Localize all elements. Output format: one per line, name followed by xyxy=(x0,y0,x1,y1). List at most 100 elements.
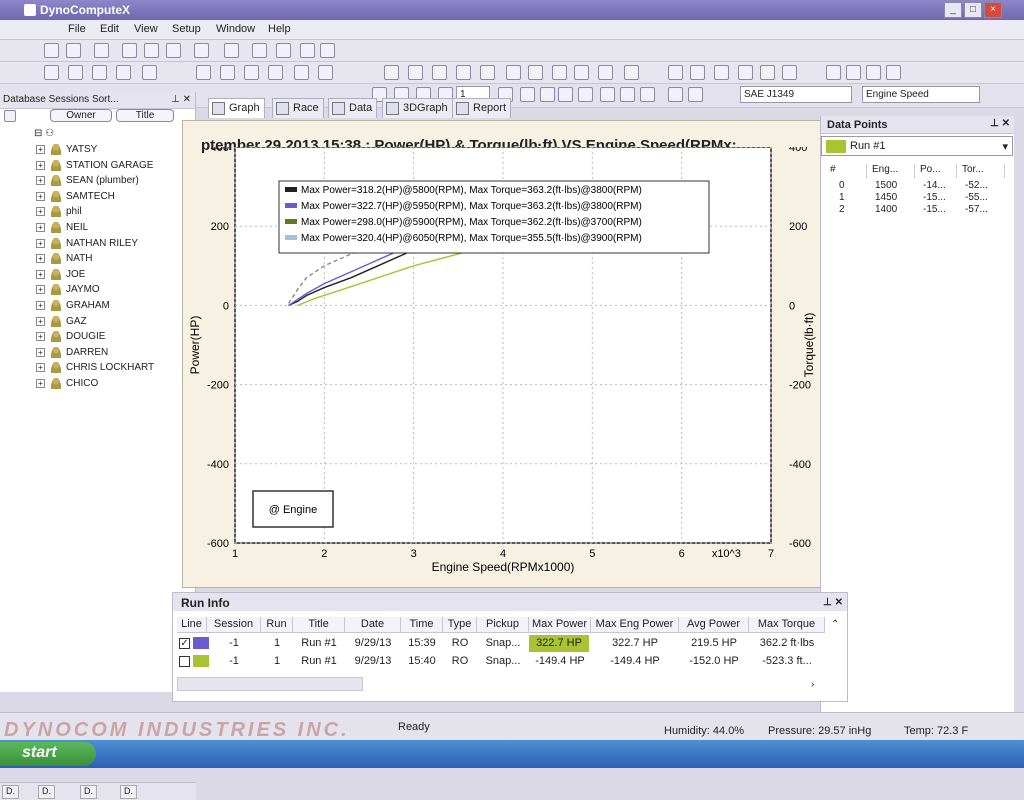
open-folder-icon[interactable] xyxy=(122,43,137,58)
export-icon[interactable] xyxy=(166,43,181,58)
car3-icon[interactable] xyxy=(738,65,753,80)
menu-help[interactable]: Help xyxy=(268,23,291,35)
expand-icon[interactable]: + xyxy=(36,269,45,279)
expand-icon[interactable]: + xyxy=(36,379,45,388)
data-points-pin-close[interactable]: ⊥ ✕ xyxy=(990,118,1010,129)
doc-icon[interactable] xyxy=(624,65,639,80)
rewind-icon[interactable] xyxy=(846,65,861,80)
left-tab-3[interactable]: D. xyxy=(80,785,97,799)
standard-combo[interactable]: SAE J1349 xyxy=(740,86,852,103)
wave-icon[interactable] xyxy=(268,65,283,80)
thermo-icon[interactable] xyxy=(598,65,613,80)
layout2-icon[interactable] xyxy=(558,87,573,102)
left-tab-4[interactable]: D. xyxy=(120,785,137,799)
pen-icon[interactable] xyxy=(528,65,543,80)
grid-view-icon[interactable] xyxy=(480,65,495,80)
run-info-column-header[interactable]: Date xyxy=(345,617,401,633)
start-button[interactable]: start xyxy=(0,742,96,766)
fill-tool-icon[interactable] xyxy=(142,65,157,80)
expand-icon[interactable]: + xyxy=(36,223,45,232)
sort-owner-button[interactable]: Owner xyxy=(50,109,112,122)
data-points-column-header[interactable]: Tor... xyxy=(959,164,1005,178)
back-icon[interactable] xyxy=(4,110,16,122)
car-icon[interactable] xyxy=(506,65,521,80)
chart-small-icon[interactable] xyxy=(574,65,589,80)
chevron-down-icon[interactable]: ▾ xyxy=(1002,140,1008,153)
panel-pin-close[interactable]: ⊥ ✕ xyxy=(171,94,191,105)
menu-window[interactable]: Window xyxy=(216,23,255,35)
horizontal-scrollbar[interactable] xyxy=(177,677,363,691)
data-points-column-header[interactable]: Po... xyxy=(917,164,957,178)
run-info-column-header[interactable]: Title xyxy=(293,617,345,633)
session-item[interactable]: + NATH xyxy=(36,253,92,268)
expand-icon[interactable]: + xyxy=(36,207,45,217)
report-icon[interactable] xyxy=(224,43,239,58)
coffee-icon[interactable] xyxy=(456,65,471,80)
sensor-icon[interactable] xyxy=(552,65,567,80)
expand-icon[interactable]: + xyxy=(36,254,45,264)
run-info-column-header[interactable]: Max Eng Power xyxy=(591,617,679,633)
menu-setup[interactable]: Setup xyxy=(172,23,201,35)
monitor-icon[interactable] xyxy=(196,65,211,80)
formula-icon[interactable] xyxy=(294,65,309,80)
tab-report[interactable]: Report xyxy=(452,98,512,118)
expand-icon[interactable]: + xyxy=(36,316,45,326)
menu-file[interactable]: File xyxy=(68,23,86,35)
expand-icon[interactable]: + xyxy=(36,176,45,186)
expand-icon[interactable]: + xyxy=(36,160,45,170)
sigma-icon[interactable] xyxy=(640,87,655,102)
gauge-icon[interactable] xyxy=(220,65,235,80)
data-points-column-header[interactable]: # xyxy=(827,164,867,178)
session-item[interactable]: + phil xyxy=(36,206,82,221)
expand-icon[interactable]: + xyxy=(36,332,45,342)
run-info-column-header[interactable]: Avg Power xyxy=(679,617,749,633)
settings-icon[interactable] xyxy=(66,43,81,58)
save-icon[interactable] xyxy=(144,43,159,58)
road-icon[interactable] xyxy=(886,65,901,80)
layout-icon[interactable] xyxy=(520,87,535,102)
formula2-icon[interactable] xyxy=(620,87,635,102)
session-item[interactable]: + SAMTECH xyxy=(36,190,115,206)
scroll-right-icon[interactable]: › xyxy=(811,679,814,690)
data-points-column-header[interactable]: Eng... xyxy=(869,164,915,178)
maximize-button[interactable]: □ xyxy=(964,2,982,18)
scroll-up-icon[interactable]: ⌃ xyxy=(831,619,839,630)
cursor-icon[interactable] xyxy=(578,87,593,102)
session-item[interactable]: + STATION GARAGE xyxy=(36,159,153,175)
session-item[interactable]: + JOE xyxy=(36,268,85,284)
disk-icon[interactable] xyxy=(276,43,291,58)
tab-race[interactable]: Race xyxy=(272,98,324,118)
run-info-pin-close[interactable]: ⊥ ✕ xyxy=(823,597,843,608)
session-item[interactable]: + DARREN xyxy=(36,346,108,362)
tab-data[interactable]: Data xyxy=(328,98,378,118)
brush-icon[interactable] xyxy=(668,65,683,80)
run-select[interactable]: Run #1 ▾ xyxy=(821,136,1013,156)
display-icon[interactable] xyxy=(244,65,259,80)
session-item[interactable]: + NATHAN RILEY xyxy=(36,237,138,253)
split2-icon[interactable] xyxy=(688,87,703,102)
run-info-column-header[interactable]: Max Torque xyxy=(749,617,825,633)
line-visible-checkbox[interactable] xyxy=(179,656,190,667)
session-item[interactable]: + GAZ xyxy=(36,315,87,331)
expand-icon[interactable]: + xyxy=(36,347,45,357)
expand-icon[interactable]: + xyxy=(36,301,45,310)
grid-icon[interactable] xyxy=(44,43,59,58)
run-info-column-header[interactable]: Pickup xyxy=(477,617,529,633)
run-info-column-header[interactable]: Time xyxy=(401,617,443,633)
session-item[interactable]: + NEIL xyxy=(36,222,88,237)
slope-tool-icon[interactable] xyxy=(92,65,107,80)
session-item[interactable]: + SEAN (plumber) xyxy=(36,175,139,190)
tools-icon[interactable] xyxy=(384,65,399,80)
left-tab-1[interactable]: D. xyxy=(2,785,19,799)
line-visible-checkbox[interactable]: ✓ xyxy=(179,638,190,649)
close-button[interactable]: × xyxy=(984,2,1002,18)
sort-title-button[interactable]: Title xyxy=(116,109,174,122)
menu-view[interactable]: View xyxy=(134,23,158,35)
window-icon[interactable] xyxy=(432,65,447,80)
line-tool-icon[interactable] xyxy=(44,65,59,80)
session-item[interactable]: + CHICO xyxy=(36,378,98,393)
play-icon[interactable] xyxy=(826,65,841,80)
session-item[interactable]: + JAYMO xyxy=(36,284,100,299)
run-info-column-header[interactable]: Line xyxy=(177,617,207,633)
print-icon[interactable] xyxy=(194,43,209,58)
